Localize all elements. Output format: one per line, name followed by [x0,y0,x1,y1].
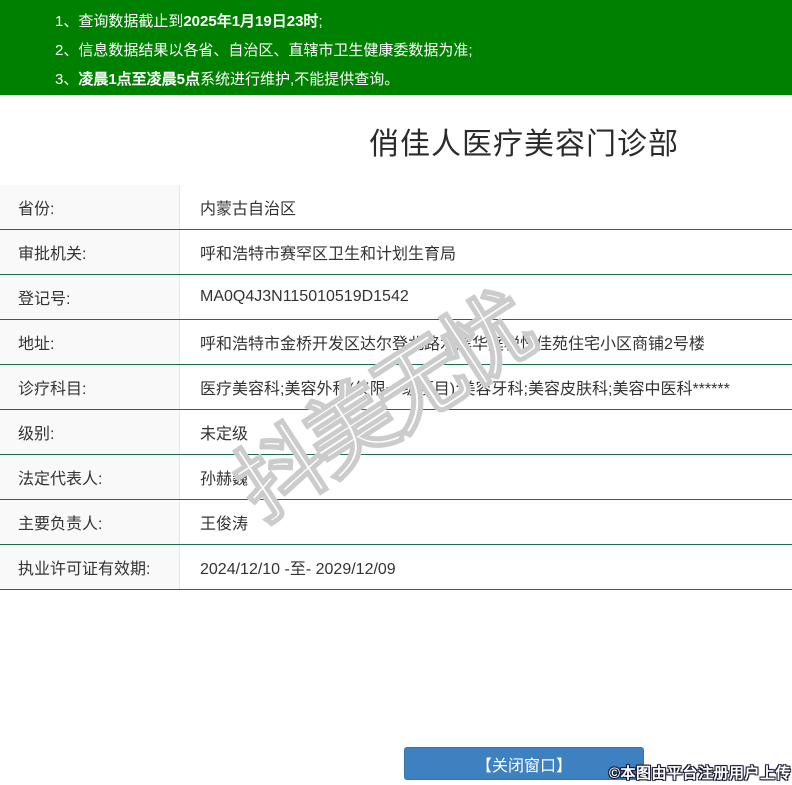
row-label: 审批机关: [0,230,180,274]
table-row-person-in-charge: 主要负责人: 王俊涛 [0,500,792,545]
table-row-approval-authority: 审批机关: 呼和浩特市赛罕区卫生和计划生育局 [0,230,792,275]
row-label: 地址: [0,320,180,364]
row-label: 级别: [0,410,180,454]
table-row-license-validity: 执业许可证有效期: 2024/12/10 -至- 2029/12/09 [0,545,792,590]
notice-line-3: 3、凌晨1点至凌晨5点系统进行维护,不能提供查询。 [55,65,782,94]
row-label: 主要负责人: [0,500,180,544]
notice-line-1: 1、查询数据截止到2025年1月19日23时; [55,7,782,36]
table-row-level: 级别: 未定级 [0,410,792,455]
table-row-registration-number: 登记号: MA0Q4J3N115010519D1542 [0,275,792,320]
row-value: MA0Q4J3N115010519D1542 [180,275,792,319]
notice-text: 1、查询数据截止到 [55,13,184,30]
row-value: 内蒙古自治区 [180,185,792,229]
row-label: 执业许可证有效期: [0,545,180,589]
row-value: 呼和浩特市金桥开发区达尔登北路水岸华庭税悦佳苑住宅小区商铺2号楼 [180,320,792,364]
row-value: 呼和浩特市赛罕区卫生和计划生育局 [180,230,792,274]
notice-banner: 1、查询数据截止到2025年1月19日23时; 2、信息数据结果以各省、自治区、… [0,0,792,95]
notice-text: 系统进行维护,不能提供查询。 [200,71,400,88]
table-row-legal-representative: 法定代表人: 孙赫巍 [0,455,792,500]
notice-text: ; [318,13,323,30]
close-window-button[interactable]: 【关闭窗口】 [404,747,644,780]
row-value: 2024/12/10 -至- 2029/12/09 [180,545,792,589]
table-row-province: 省份: 内蒙古自治区 [0,185,792,230]
row-value: 孙赫巍 [180,455,792,499]
row-label: 法定代表人: [0,455,180,499]
notice-text: 2、信息数据结果以各省、自治区、直辖市卫生健康委数据为准; [55,42,473,59]
info-table: 省份: 内蒙古自治区 审批机关: 呼和浩特市赛罕区卫生和计划生育局 登记号: M… [0,185,792,590]
row-value: 王俊涛 [180,500,792,544]
query-result-page: 1、查询数据截止到2025年1月19日23时; 2、信息数据结果以各省、自治区、… [0,0,792,785]
table-row-medical-subjects: 诊疗科目: 医疗美容科;美容外科(仅限一级项目);美容牙科;美容皮肤科;美容中医… [0,365,792,410]
notice-text-bold: 2025年1月19日23时 [183,13,319,30]
row-value: 医疗美容科;美容外科(仅限一级项目);美容牙科;美容皮肤科;美容中医科*****… [180,365,792,409]
row-label: 诊疗科目: [0,365,180,409]
row-label: 登记号: [0,275,180,319]
notice-text-bold: 凌晨1点至凌晨5点 [78,71,201,88]
notice-text: 3、 [55,71,79,88]
notice-line-2: 2、信息数据结果以各省、自治区、直辖市卫生健康委数据为准; [55,36,782,65]
table-row-address: 地址: 呼和浩特市金桥开发区达尔登北路水岸华庭税悦佳苑住宅小区商铺2号楼 [0,320,792,365]
row-value: 未定级 [180,410,792,454]
page-title: 俏佳人医疗美容门诊部 [369,128,679,161]
row-label: 省份: [0,185,180,229]
button-row: 【关闭窗口】 [128,747,792,780]
